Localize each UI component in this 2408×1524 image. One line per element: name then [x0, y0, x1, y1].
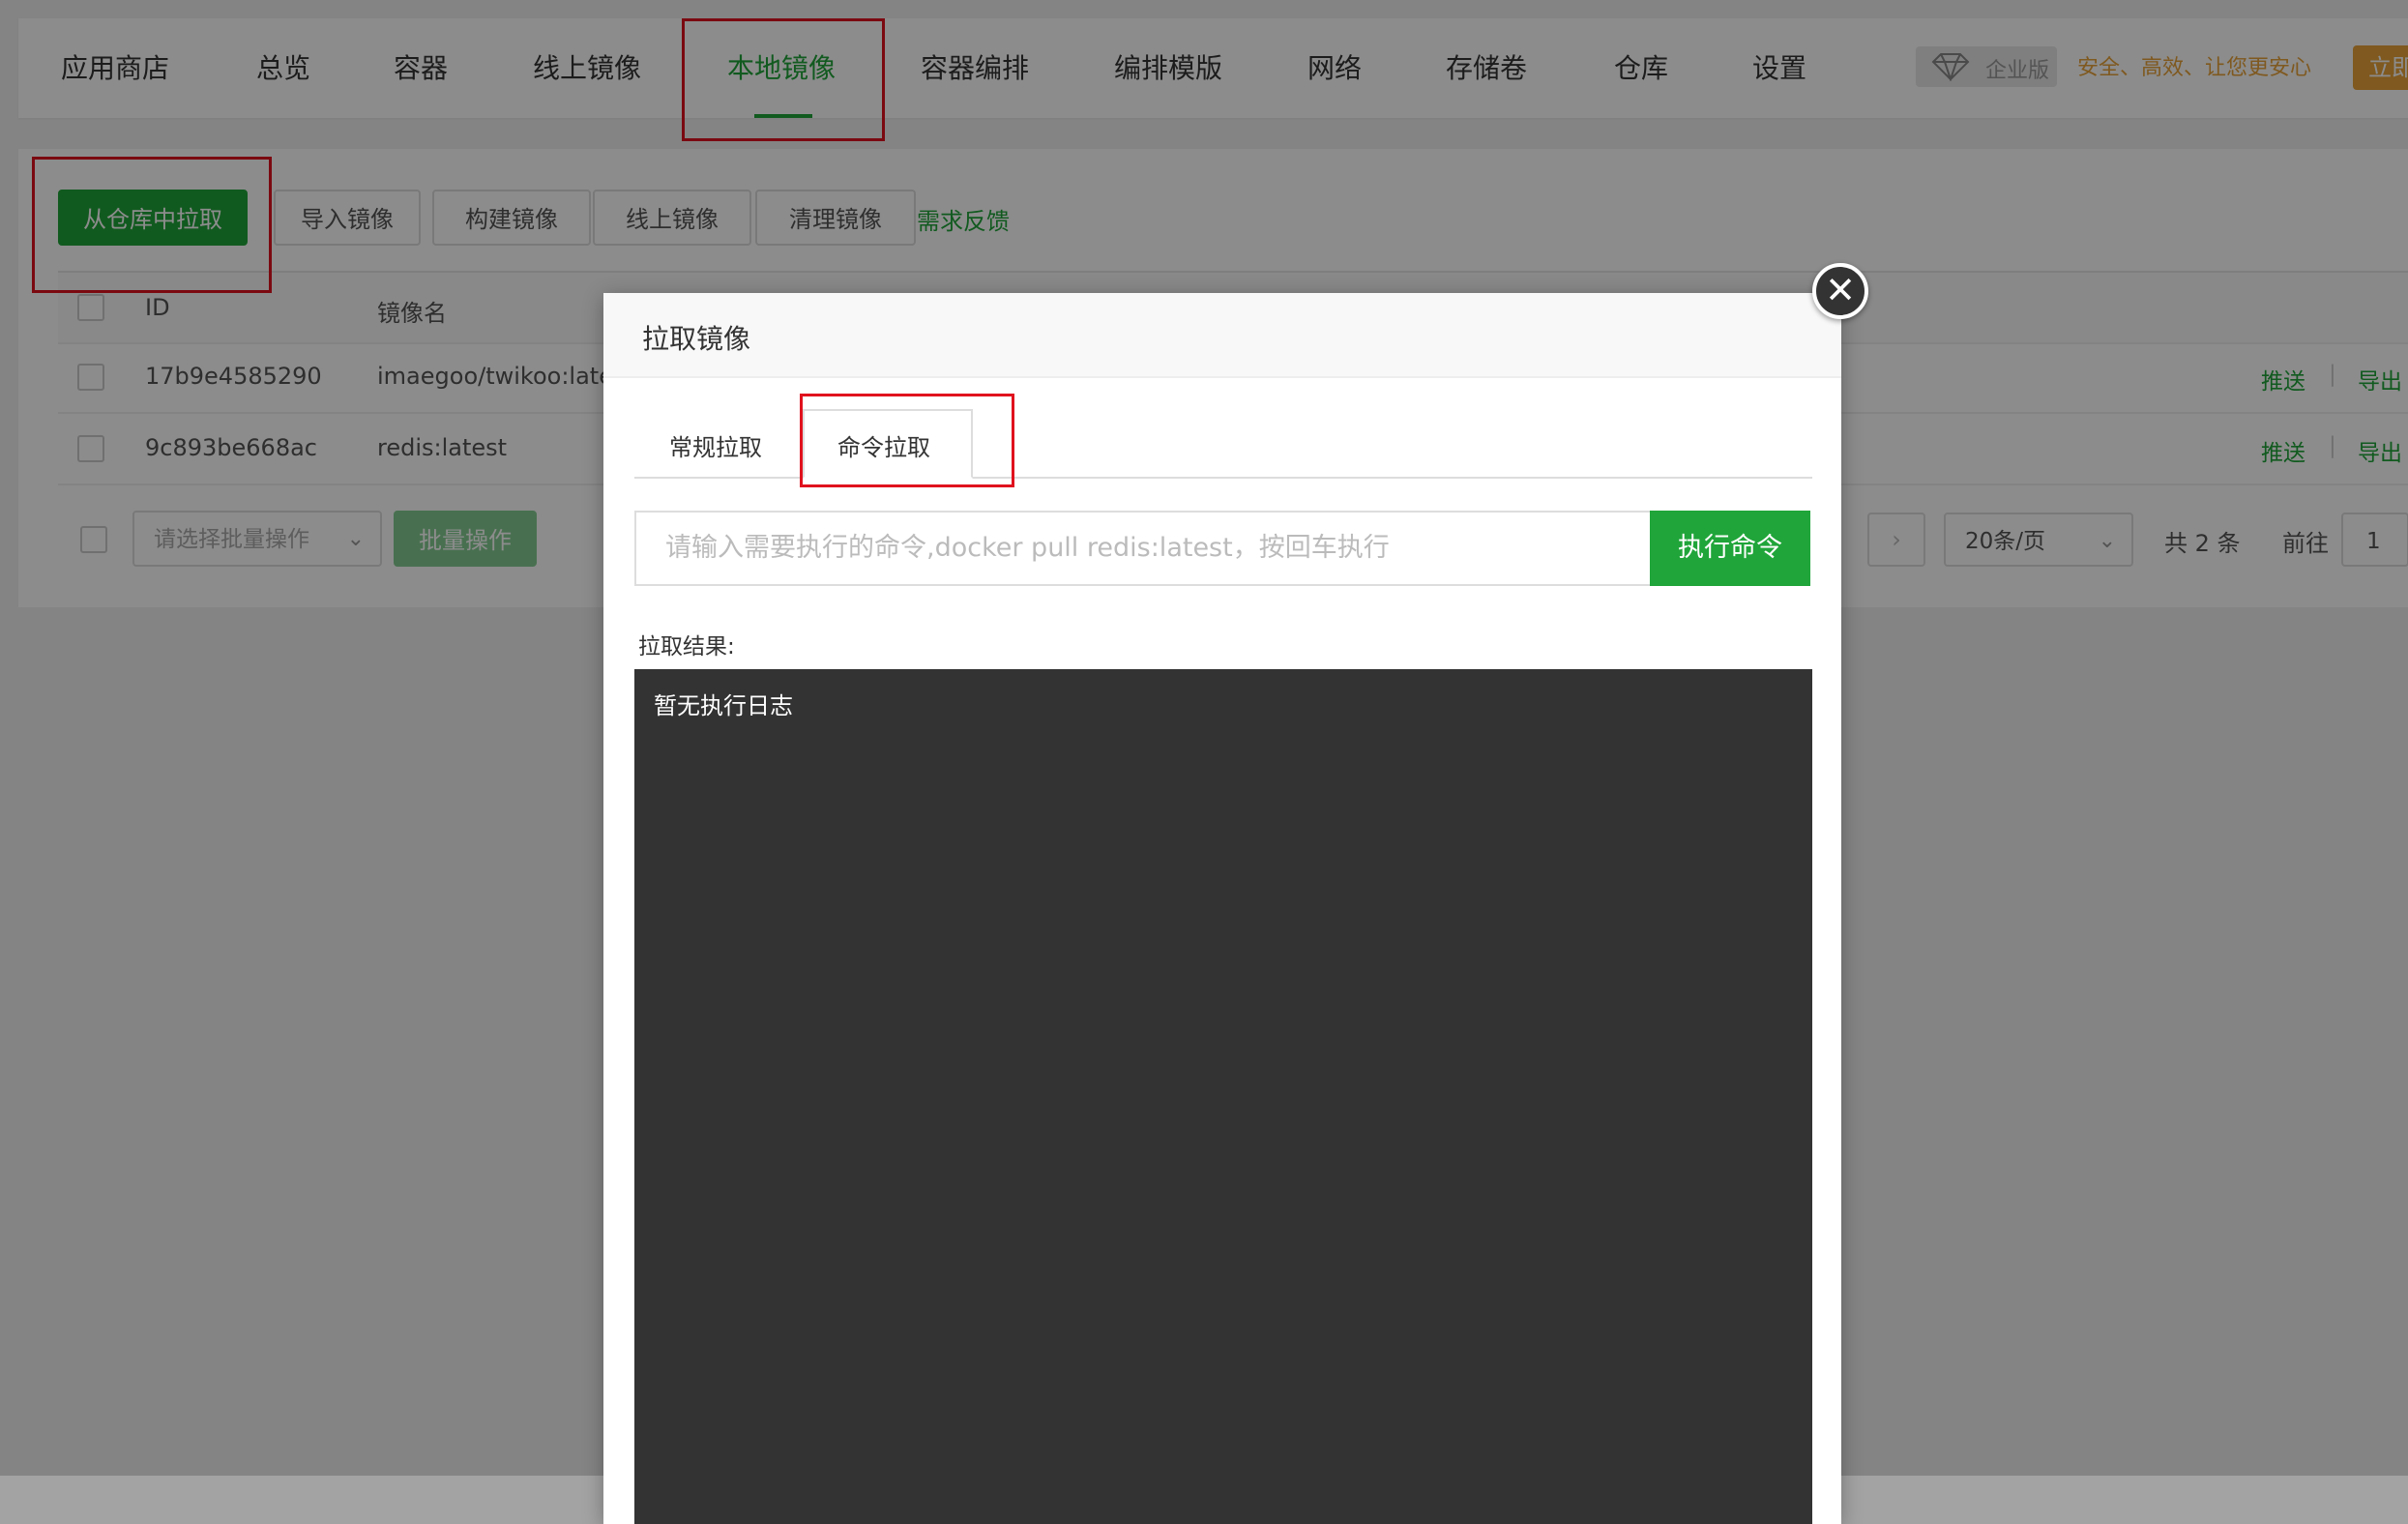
- result-label: 拉取结果:: [638, 634, 735, 659]
- execute-command-button[interactable]: 执行命令: [1650, 511, 1810, 586]
- log-output: 暂无执行日志: [634, 669, 1812, 1524]
- close-dialog-button[interactable]: ✕: [1812, 263, 1868, 319]
- pull-image-dialog: 拉取镜像 常规拉取 命令拉取 请输入需要执行的命令,docker pull re…: [603, 293, 1841, 1524]
- dialog-header: 拉取镜像: [603, 293, 1841, 378]
- highlight-command-tab: [800, 394, 1014, 487]
- command-input[interactable]: 请输入需要执行的命令,docker pull redis:latest，按回车执…: [634, 511, 1650, 586]
- log-empty-text: 暂无执行日志: [654, 692, 793, 719]
- close-icon: ✕: [1825, 269, 1856, 311]
- dialog-title: 拉取镜像: [642, 323, 751, 355]
- tab-normal-pull[interactable]: 常规拉取: [669, 428, 762, 462]
